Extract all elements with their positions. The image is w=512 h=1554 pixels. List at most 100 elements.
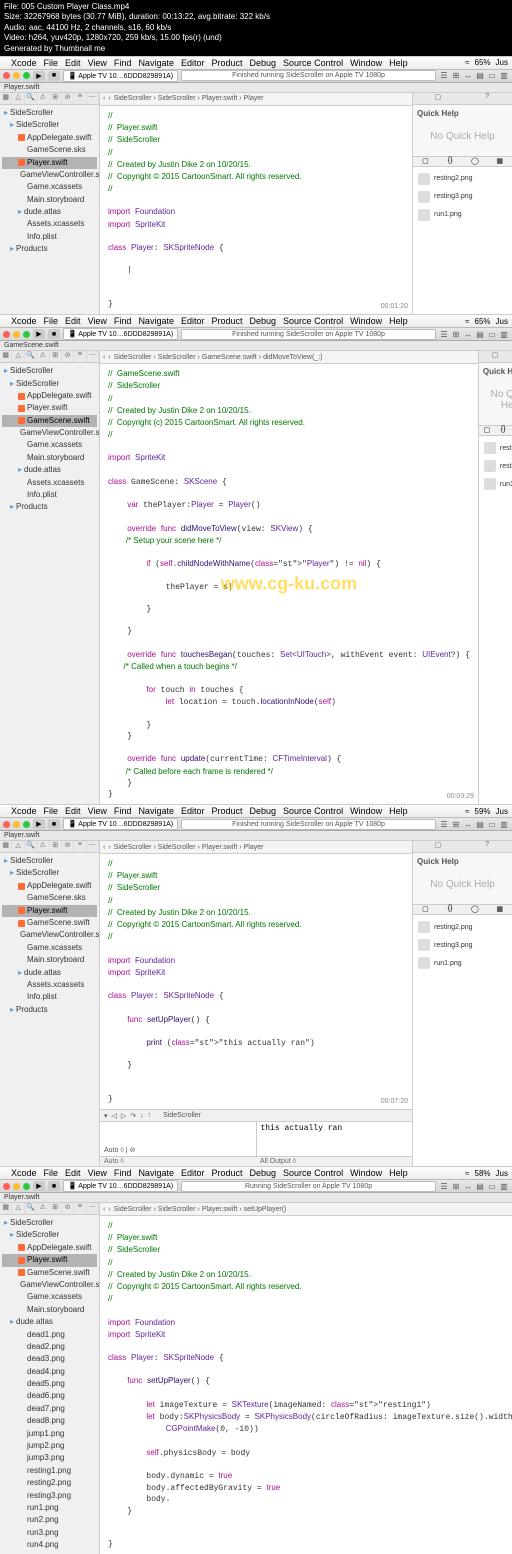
- back-icon[interactable]: ‹: [103, 1206, 105, 1213]
- tree-item[interactable]: Info.plist: [2, 991, 97, 1003]
- tree-item[interactable]: ▸SideScroller: [2, 867, 97, 879]
- breadcrumb[interactable]: GameScene.swift: [202, 354, 257, 361]
- tree-item[interactable]: run3.png: [2, 1527, 97, 1539]
- dbg-breakpoints-icon[interactable]: ◁: [112, 1112, 117, 1120]
- menu-source-control[interactable]: Source Control: [283, 806, 343, 816]
- breadcrumb[interactable]: SideScroller: [114, 95, 152, 102]
- scheme-selector[interactable]: 📱 Apple TV 10…6DDD829891A): [63, 70, 178, 82]
- lib-tab-media[interactable]: ▦: [487, 157, 512, 166]
- tree-item[interactable]: GameScene.swift: [2, 415, 97, 427]
- tree-item[interactable]: jump3.png: [2, 1452, 97, 1464]
- nav-tab-4[interactable]: ⊞: [50, 841, 62, 852]
- code-editor[interactable]: // // Player.swift // SideScroller // //…: [100, 854, 412, 1109]
- tree-item[interactable]: GameViewController.swift: [2, 1279, 97, 1291]
- tree-item[interactable]: GameViewController.swift: [2, 929, 97, 941]
- nav-tab-5[interactable]: ⊘: [62, 841, 74, 852]
- nav-tab-2[interactable]: 🔍: [25, 93, 37, 104]
- menu-navigate[interactable]: Navigate: [138, 58, 174, 68]
- tree-item[interactable]: Info.plist: [2, 489, 97, 501]
- vars-filter[interactable]: Auto ◊: [100, 1157, 256, 1166]
- menu-edit[interactable]: Edit: [65, 58, 81, 68]
- file-inspector-tab[interactable]: ▢: [479, 351, 511, 362]
- close-icon[interactable]: [3, 1183, 10, 1190]
- code-editor[interactable]: // // Player.swift // SideScroller // //…: [100, 1216, 512, 1554]
- tree-item[interactable]: Player.swift: [2, 157, 97, 169]
- menu-product[interactable]: Product: [211, 806, 242, 816]
- nav-tab-0[interactable]: ▦: [0, 351, 12, 362]
- menu-help[interactable]: Help: [389, 58, 408, 68]
- run-button[interactable]: ▶: [33, 329, 45, 339]
- tree-item[interactable]: Player.swift: [2, 402, 97, 414]
- breadcrumb[interactable]: Player.swift: [202, 844, 237, 851]
- breadcrumb[interactable]: SideScroller: [114, 844, 152, 851]
- tree-item[interactable]: ▸SideScroller: [2, 1229, 97, 1241]
- lib-tab-code[interactable]: {}: [438, 905, 463, 914]
- minimize-icon[interactable]: [13, 1183, 20, 1190]
- menu-help[interactable]: Help: [389, 1168, 408, 1178]
- stop-button[interactable]: ■: [48, 71, 60, 81]
- menu-window[interactable]: Window: [350, 58, 382, 68]
- lib-tab-media[interactable]: ▦: [487, 905, 512, 914]
- tab-active[interactable]: Player.swift: [4, 832, 39, 839]
- close-icon[interactable]: [3, 821, 10, 828]
- tree-item[interactable]: GameScene.sks: [2, 144, 97, 156]
- jump-bar[interactable]: ‹›SideScroller › SideScroller › Player.s…: [100, 1203, 512, 1216]
- nav-tab-7[interactable]: ⋯: [87, 1203, 99, 1214]
- scheme-selector[interactable]: 📱 Apple TV 10…6DDD829891A): [63, 818, 178, 830]
- tree-item[interactable]: Game.xcassets: [2, 181, 97, 193]
- jump-bar[interactable]: ‹›SideScroller › SideScroller › Player.s…: [100, 93, 412, 106]
- library-item[interactable]: resting3.png: [416, 936, 509, 954]
- breadcrumb[interactable]: SideScroller: [114, 1206, 152, 1213]
- menu-navigate[interactable]: Navigate: [138, 806, 174, 816]
- tree-item[interactable]: GameViewController.swift: [2, 169, 97, 181]
- nav-tab-2[interactable]: 🔍: [25, 351, 37, 362]
- back-icon[interactable]: ‹: [103, 354, 105, 361]
- run-button[interactable]: ▶: [33, 1181, 45, 1191]
- tree-item[interactable]: Game.xcassets: [2, 942, 97, 954]
- tree-item[interactable]: AppDelegate.swift: [2, 132, 97, 144]
- tree-item[interactable]: Main.storyboard: [2, 954, 97, 966]
- scheme-selector[interactable]: 📱 Apple TV 10…6DDD829891A): [63, 1180, 178, 1192]
- tree-item[interactable]: dead3.png: [2, 1353, 97, 1365]
- tree-item[interactable]: resting3.png: [2, 1490, 97, 1502]
- tree-item[interactable]: run2.png: [2, 1514, 97, 1526]
- nav-tab-5[interactable]: ⊘: [62, 93, 74, 104]
- library-item[interactable]: resting2.png: [416, 170, 509, 188]
- breadcrumb[interactable]: SideScroller: [158, 354, 196, 361]
- nav-tab-1[interactable]: △: [12, 351, 24, 362]
- tree-item[interactable]: jump1.png: [2, 1428, 97, 1440]
- nav-tab-6[interactable]: ≡: [74, 93, 86, 104]
- dbg-toggle-icon[interactable]: ▾: [104, 1112, 108, 1120]
- tree-item[interactable]: Info.plist: [2, 231, 97, 243]
- quickhelp-tab[interactable]: ?: [463, 93, 512, 104]
- nav-tab-5[interactable]: ⊘: [62, 351, 74, 362]
- tree-item[interactable]: GameScene.swift: [2, 917, 97, 929]
- zoom-icon[interactable]: [23, 72, 30, 79]
- tree-item[interactable]: Assets.xcassets: [2, 477, 97, 489]
- menu-view[interactable]: View: [88, 806, 107, 816]
- tree-item[interactable]: GameViewController.swift: [2, 427, 97, 439]
- run-button[interactable]: ▶: [33, 71, 45, 81]
- nav-tab-1[interactable]: △: [12, 1203, 24, 1214]
- tree-item[interactable]: Player.swift: [2, 905, 97, 917]
- menu-editor[interactable]: Editor: [181, 1168, 205, 1178]
- breadcrumb[interactable]: Player.swift: [202, 1206, 237, 1213]
- toggle-util-icon[interactable]: ▥: [499, 1181, 509, 1191]
- toggle-nav-icon[interactable]: ▤: [475, 1181, 485, 1191]
- menu-edit[interactable]: Edit: [65, 316, 81, 326]
- tree-item[interactable]: AppDelegate.swift: [2, 880, 97, 892]
- toggle-debug-icon[interactable]: ▭: [487, 819, 497, 829]
- tree-item[interactable]: dead5.png: [2, 1378, 97, 1390]
- file-inspector-tab[interactable]: ▢: [413, 841, 463, 852]
- tree-item[interactable]: Assets.xcassets: [2, 218, 97, 230]
- wifi-icon[interactable]: ≈: [465, 807, 469, 816]
- zoom-icon[interactable]: [23, 1183, 30, 1190]
- tree-item[interactable]: resting2.png: [2, 1477, 97, 1489]
- tree-item[interactable]: ▸Products: [2, 243, 97, 255]
- lib-tab-file[interactable]: ▢: [413, 157, 438, 166]
- tree-item[interactable]: dead8.png: [2, 1415, 97, 1427]
- run-button[interactable]: ▶: [33, 819, 45, 829]
- tree-item[interactable]: Game.xcassets: [2, 1291, 97, 1303]
- editor-standard-icon[interactable]: ☰: [439, 71, 449, 81]
- editor-standard-icon[interactable]: ☰: [439, 1181, 449, 1191]
